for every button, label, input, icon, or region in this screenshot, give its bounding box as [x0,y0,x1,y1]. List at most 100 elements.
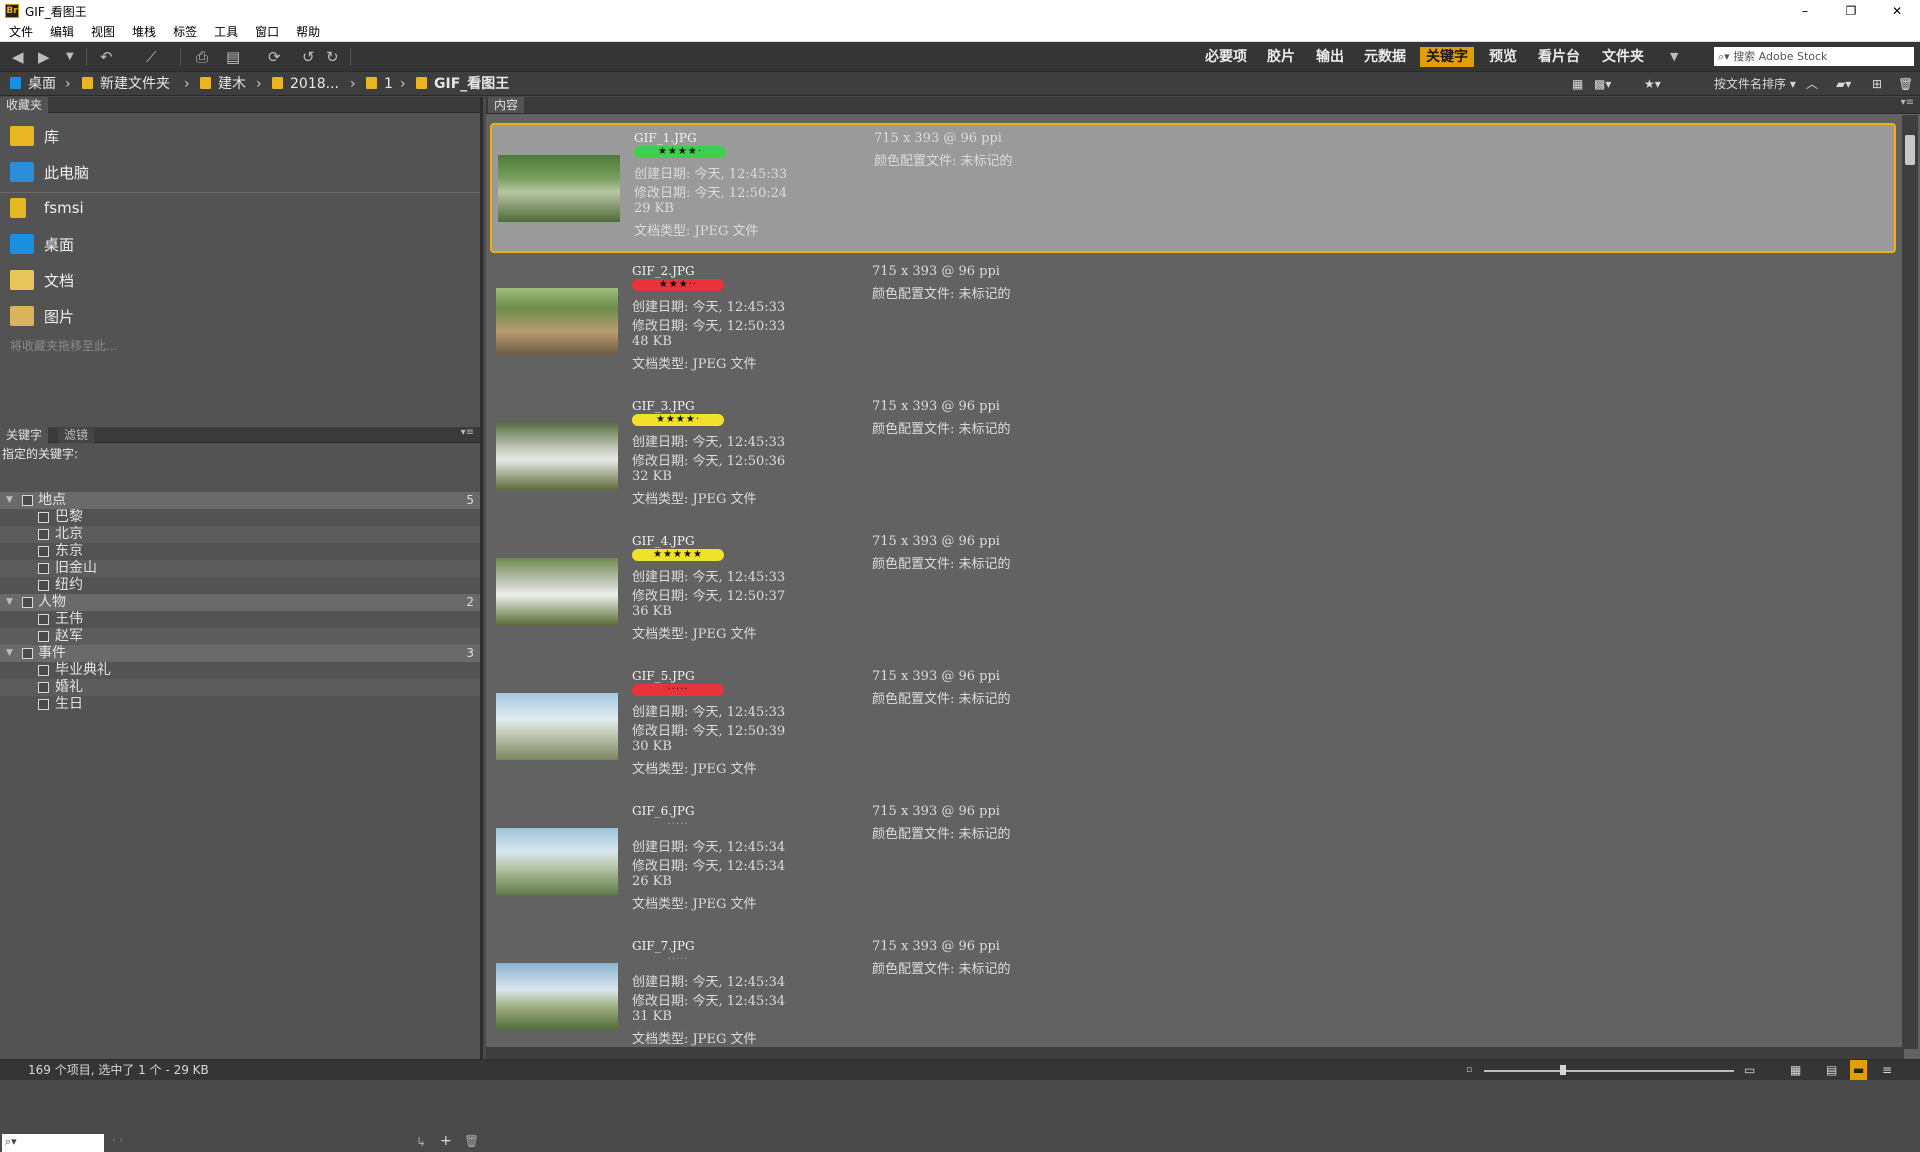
camera-raw-icon[interactable]: ⟋ [146,48,157,66]
workspace-preview[interactable]: 预览 [1483,47,1523,67]
menu-file[interactable]: 文件 [0,23,41,40]
keyword-item[interactable]: 毕业典礼 [0,662,480,679]
expand-triangle-icon[interactable]: ▼ [6,594,13,611]
thumbnail-image[interactable] [496,828,618,895]
keyword-checkbox[interactable] [38,563,49,574]
rotate-left-icon[interactable]: ↺ [302,48,315,66]
rating-stars[interactable]: ★★★·· [632,279,724,291]
menu-window[interactable]: 窗口 [246,23,287,40]
menu-tools[interactable]: 工具 [205,23,246,40]
back-icon[interactable]: ◀ [12,48,24,66]
sort-ascending-icon[interactable]: ︿ [1806,75,1818,93]
breadcrumb-1[interactable]: 1 [366,75,393,93]
workspace-essentials[interactable]: 必要项 [1199,47,1253,67]
favorite-pictures[interactable]: 图片 [10,302,74,330]
menu-help[interactable]: 帮助 [287,23,328,40]
keyword-checkbox[interactable] [38,631,49,642]
new-subkeyword-icon[interactable]: ↳ [416,1135,426,1149]
file-row[interactable]: GIF_3.JPG ★★★★· 创建日期: 今天, 12:45:33 修改日期: 今天… [490,393,1896,523]
restore-button[interactable]: ❐ [1828,0,1874,22]
keyword-checkbox[interactable] [38,699,49,710]
filter-rating-icon[interactable]: ★▾ [1644,75,1661,93]
vertical-scrollbar[interactable] [1902,115,1918,1049]
horizontal-scrollbar[interactable] [486,1047,1904,1059]
keyword-checkbox[interactable] [38,546,49,557]
view-details-icon[interactable]: ▬ [1850,1060,1868,1080]
menu-stack[interactable]: 堆栈 [123,23,164,40]
rating-stars[interactable]: ★★★★· [632,414,724,426]
chevron-right-icon[interactable]: › [184,75,190,93]
favorite-documents[interactable]: 文档 [10,266,74,294]
favorite-desktop[interactable]: 桌面 [10,230,74,258]
new-folder-icon[interactable]: ⊞ [1872,75,1882,93]
rating-stars[interactable]: ★★★★★ [632,549,724,561]
keyword-item[interactable]: 赵军 [0,628,480,645]
thumbnail-image[interactable] [496,558,618,625]
keyword-checkbox[interactable] [38,512,49,523]
get-photos-icon[interactable]: ⎙ [196,48,208,66]
menu-edit[interactable]: 编辑 [41,23,82,40]
scrollbar-thumb[interactable] [1905,135,1915,165]
keyword-item[interactable]: 王伟 [0,611,480,628]
search-prev-next-icon[interactable]: ‹ › [112,1135,123,1146]
thumbnail-image[interactable] [496,963,618,1030]
breadcrumb-new-folder[interactable]: 新建文件夹 [82,75,170,93]
quality-options-icon[interactable]: ▦ [1572,75,1583,93]
thumbnail-large-icon[interactable]: ▭ [1744,1060,1755,1080]
view-thumbnails-icon[interactable]: ▤ [1826,1060,1837,1080]
keyword-item[interactable]: 旧金山 [0,560,480,577]
keyword-item[interactable]: 东京 [0,543,480,560]
keyword-search-input[interactable]: ⌕▾ [2,1134,104,1152]
workspace-keywords[interactable]: 关键字 [1420,47,1474,67]
keyword-checkbox[interactable] [38,682,49,693]
open-recent-folder-icon[interactable]: ▰▾ [1836,75,1851,93]
delete-icon[interactable]: 🗑 [1898,75,1913,93]
file-row[interactable]: GIF_1.JPG ★★★★· 创建日期: 今天, 12:45:33 修改日期: 今天… [490,123,1896,253]
file-row[interactable]: GIF_6.JPG ····· 创建日期: 今天, 12:45:34 修改日期: 今天… [490,798,1896,928]
file-row[interactable]: GIF_4.JPG ★★★★★ 创建日期: 今天, 12:45:33 修改日期: 今天… [490,528,1896,658]
tab-content[interactable]: 内容 [488,97,525,113]
keyword-checkbox[interactable] [38,580,49,591]
workspace-folders[interactable]: 文件夹 [1596,47,1650,67]
boomerang-icon[interactable]: ↶ [100,48,113,66]
workspace-light-table[interactable]: 看片台 [1532,47,1586,67]
keyword-checkbox[interactable] [38,665,49,676]
forward-icon[interactable]: ▶ [38,48,50,66]
workspace-metadata[interactable]: 元数据 [1358,47,1412,67]
rating-stars[interactable]: ····· [632,954,724,966]
menu-label[interactable]: 标签 [164,23,205,40]
favorite-library[interactable]: 库 [10,122,59,150]
refine-icon[interactable]: ▤ [226,48,240,66]
keyword-checkbox[interactable] [38,529,49,540]
open-recent-icon[interactable]: ⟳ [268,48,281,66]
file-row[interactable]: GIF_2.JPG ★★★·· 创建日期: 今天, 12:45:33 修改日期: 今天… [490,258,1896,388]
rating-stars[interactable]: ····· [632,684,724,696]
breadcrumb-jianmu[interactable]: 建木 [200,75,246,93]
tab-favorites[interactable]: 收藏夹 [0,97,49,113]
menu-view[interactable]: 视图 [82,23,123,40]
thumbnail-image[interactable] [496,423,618,490]
breadcrumb-2018[interactable]: 2018... [272,75,339,93]
thumbnail-image[interactable] [498,155,620,222]
breadcrumb-current[interactable]: GIF_看图王 [416,75,509,93]
tab-keywords[interactable]: 关键字 [0,427,49,443]
keyword-checkbox[interactable] [38,614,49,625]
chevron-right-icon[interactable]: › [65,75,71,93]
chevron-right-icon[interactable]: › [256,75,262,93]
favorite-this-pc[interactable]: 此电脑 [10,158,89,186]
keyword-item[interactable]: 纽约 [0,577,480,594]
keyword-checkbox[interactable] [22,597,33,608]
chevron-right-icon[interactable]: › [400,75,406,93]
file-row[interactable]: GIF_7.JPG ····· 创建日期: 今天, 12:45:34 修改日期: 今天… [490,933,1896,1063]
keyword-item[interactable]: 婚礼 [0,679,480,696]
file-row[interactable]: GIF_5.JPG ····· 创建日期: 今天, 12:45:33 修改日期: 今天… [490,663,1896,793]
thumbnail-small-icon[interactable]: ▫ [1466,1060,1472,1080]
delete-keyword-icon[interactable]: 🗑 [464,1134,479,1148]
thumbnail-size-slider[interactable] [1484,1070,1734,1072]
view-options-icon[interactable]: ▩▾ [1594,75,1611,93]
breadcrumb-desktop[interactable]: 桌面 [10,75,56,93]
sort-menu[interactable]: 按文件名排序 ▾ [1714,75,1796,93]
keyword-item[interactable]: 北京 [0,526,480,543]
keyword-item[interactable]: 巴黎 [0,509,480,526]
view-list-icon[interactable]: ≡ [1882,1060,1892,1080]
